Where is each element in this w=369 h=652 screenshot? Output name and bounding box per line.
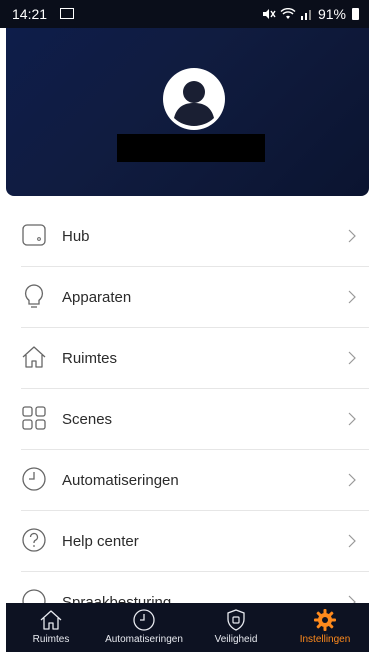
shield-icon [227,609,245,631]
menu-item-apparaten[interactable]: Apparaten [21,267,369,328]
menu-item-help-center[interactable]: Help center [21,511,369,572]
avatar[interactable] [163,68,225,130]
menu-item-scenes[interactable]: Scenes [21,389,369,450]
lightbulb-icon [24,284,44,308]
chevron-right-icon [348,412,356,426]
chevron-right-icon [348,290,356,304]
menu-item-label: Hub [62,228,90,245]
house-icon [22,346,46,368]
chevron-right-icon [348,473,356,487]
wifi-icon [280,8,296,19]
battery-level: 91% [317,6,346,22]
signal-icon [300,10,311,20]
menu-item-label: Help center [62,533,139,550]
menu-item-label: Scenes [62,411,113,428]
chevron-right-icon [348,351,356,365]
chevron-right-icon [348,229,356,243]
battery-icon [352,8,359,20]
nav-tab-ruimtes[interactable]: Ruimtes [26,603,76,652]
scenes-grid-icon [22,406,46,430]
gear-icon [314,609,336,631]
nav-tab-automatiseringen[interactable]: Automatiseringen [94,603,194,652]
menu-item-ruimtes[interactable]: Ruimtes [21,328,369,389]
nav-tab-label: Veiligheid [214,634,258,645]
profile-header [6,28,369,196]
menu-item-label: Apparaten [62,289,132,306]
nav-tab-label: Ruimtes [32,634,70,645]
user-name-redacted [117,134,265,162]
bottom-nav: Ruimtes Automatiseringen Veiligheid Inst… [6,603,369,652]
chevron-right-icon [348,534,356,548]
house-icon [40,610,62,630]
nav-tab-label: Automatiseringen [105,634,183,645]
status-time: 14:21 [12,6,48,22]
menu-item-label: Automatiseringen [62,472,179,489]
clock-icon [22,467,46,491]
clock-icon [133,609,155,631]
menu-item-hub[interactable]: Hub [21,206,369,267]
nav-tab-instellingen[interactable]: Instellingen [290,603,360,652]
status-icons: 91% [262,6,359,22]
menu-item-automatiseringen[interactable]: Automatiseringen [21,450,369,511]
menu-item-label: Ruimtes [62,350,118,367]
status-bar: 14:21 91% [0,0,369,28]
help-icon [22,528,46,552]
hub-icon [22,224,46,246]
mute-icon [262,9,276,19]
nav-tab-label: Instellingen [299,634,351,645]
gallery-notification-icon [60,8,74,19]
settings-menu: Hub Apparaten Ruimtes Scenes Automatiser… [21,206,369,633]
nav-tab-veiligheid[interactable]: Veiligheid [206,603,266,652]
